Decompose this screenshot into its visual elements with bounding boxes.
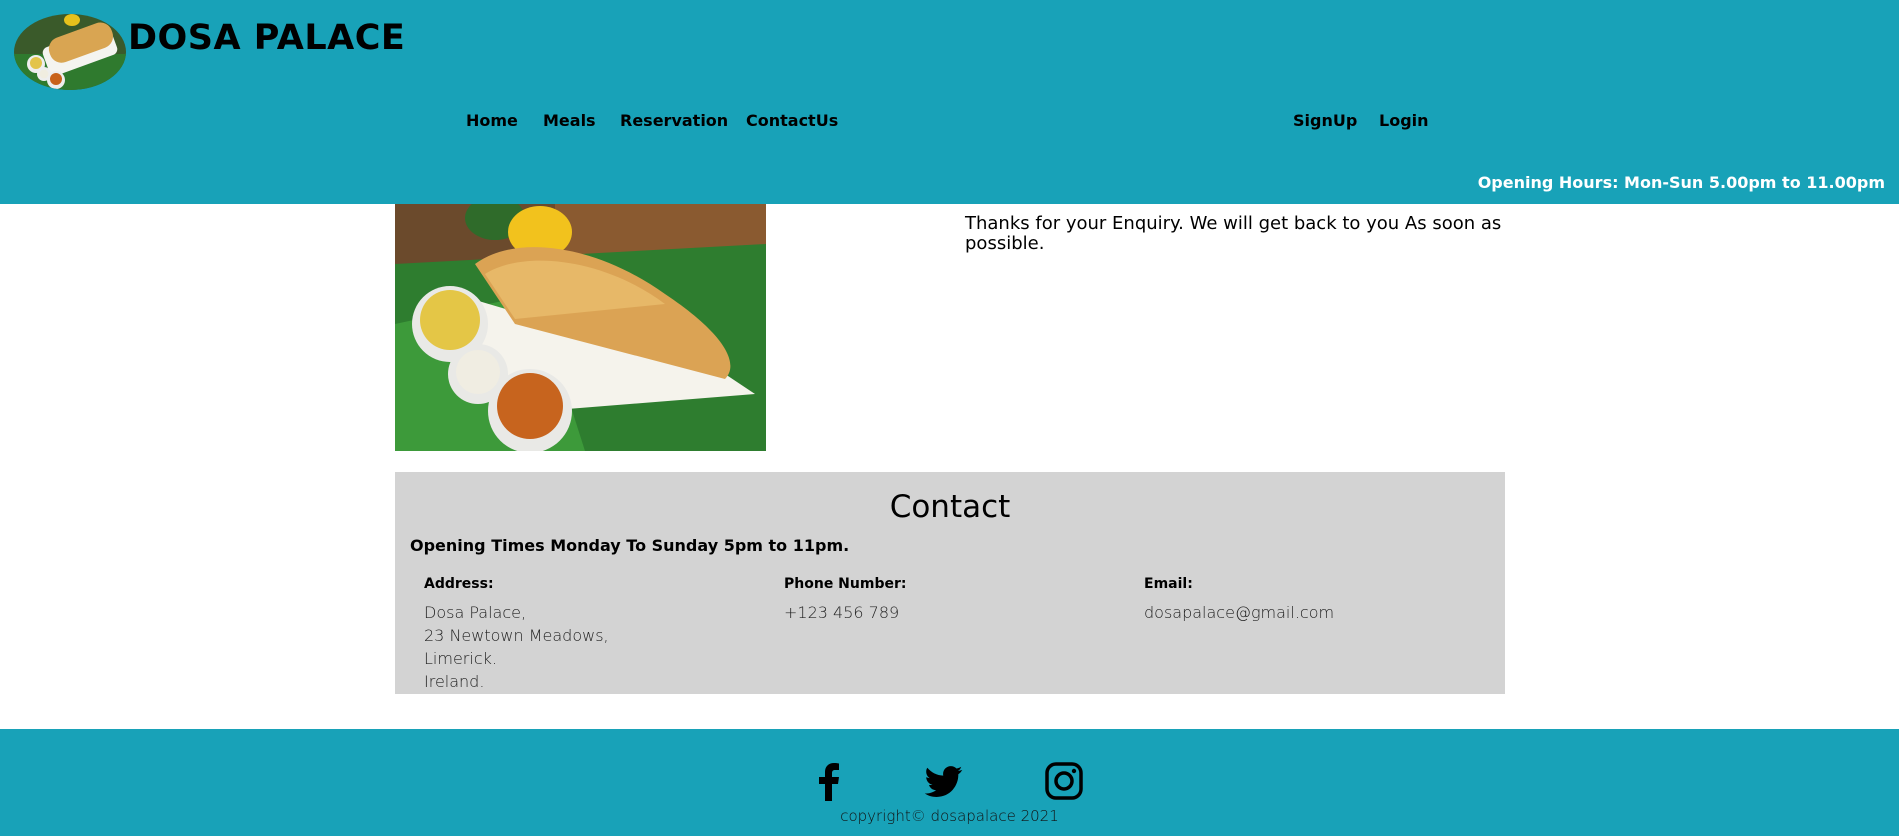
site-footer: copyright© dosapalace 2021 [0,729,1899,836]
nav-signup-link[interactable]: SignUp [1293,111,1357,130]
email-label: Email: [1144,576,1193,592]
enquiry-confirmation-message: Thanks for your Enquiry. We will get bac… [965,213,1502,254]
address-label: Address: [424,576,494,592]
address-column: Address: Dosa Palace, 23 Newtown Meadows… [424,576,609,693]
address-line: Ireland. [424,672,485,691]
site-header: DOSA PALACE Home Meals Reservation Conta… [0,0,1899,204]
twitter-icon[interactable] [922,759,966,803]
nav-reservation-link[interactable]: Reservation [620,111,728,130]
email-column: Email: dosapalace@gmail.com [1144,576,1334,624]
facebook-icon[interactable] [808,759,852,803]
nav-contactus-link[interactable]: ContactUs [746,111,838,130]
phone-column: Phone Number: +123 456 789 [784,576,906,624]
copyright-text: copyright© dosapalace 2021 [840,807,1059,825]
contact-section: Contact Opening Times Monday To Sunday 5… [395,472,1505,694]
opening-times-text: Opening Times Monday To Sunday 5pm to 11… [410,536,850,555]
address-line: Limerick. [424,649,497,668]
nav-home-link[interactable]: Home [466,111,518,130]
nav-login-link[interactable]: Login [1379,111,1429,130]
brand-title: DOSA PALACE [128,18,406,58]
address-line: 23 Newtown Meadows, [424,626,609,645]
phone-number: +123 456 789 [784,603,900,622]
instagram-icon[interactable] [1042,759,1086,803]
logo-image[interactable] [14,14,126,90]
phone-label: Phone Number: [784,576,907,592]
email-address: dosapalace@gmail.com [1144,603,1335,622]
dosa-meal-image [395,204,766,451]
nav-meals-link[interactable]: Meals [543,111,596,130]
contact-heading: Contact [889,489,1011,525]
opening-hours-banner: Opening Hours: Mon-Sun 5.00pm to 11.00pm [1477,173,1885,192]
address-line: Dosa Palace, [424,603,527,622]
